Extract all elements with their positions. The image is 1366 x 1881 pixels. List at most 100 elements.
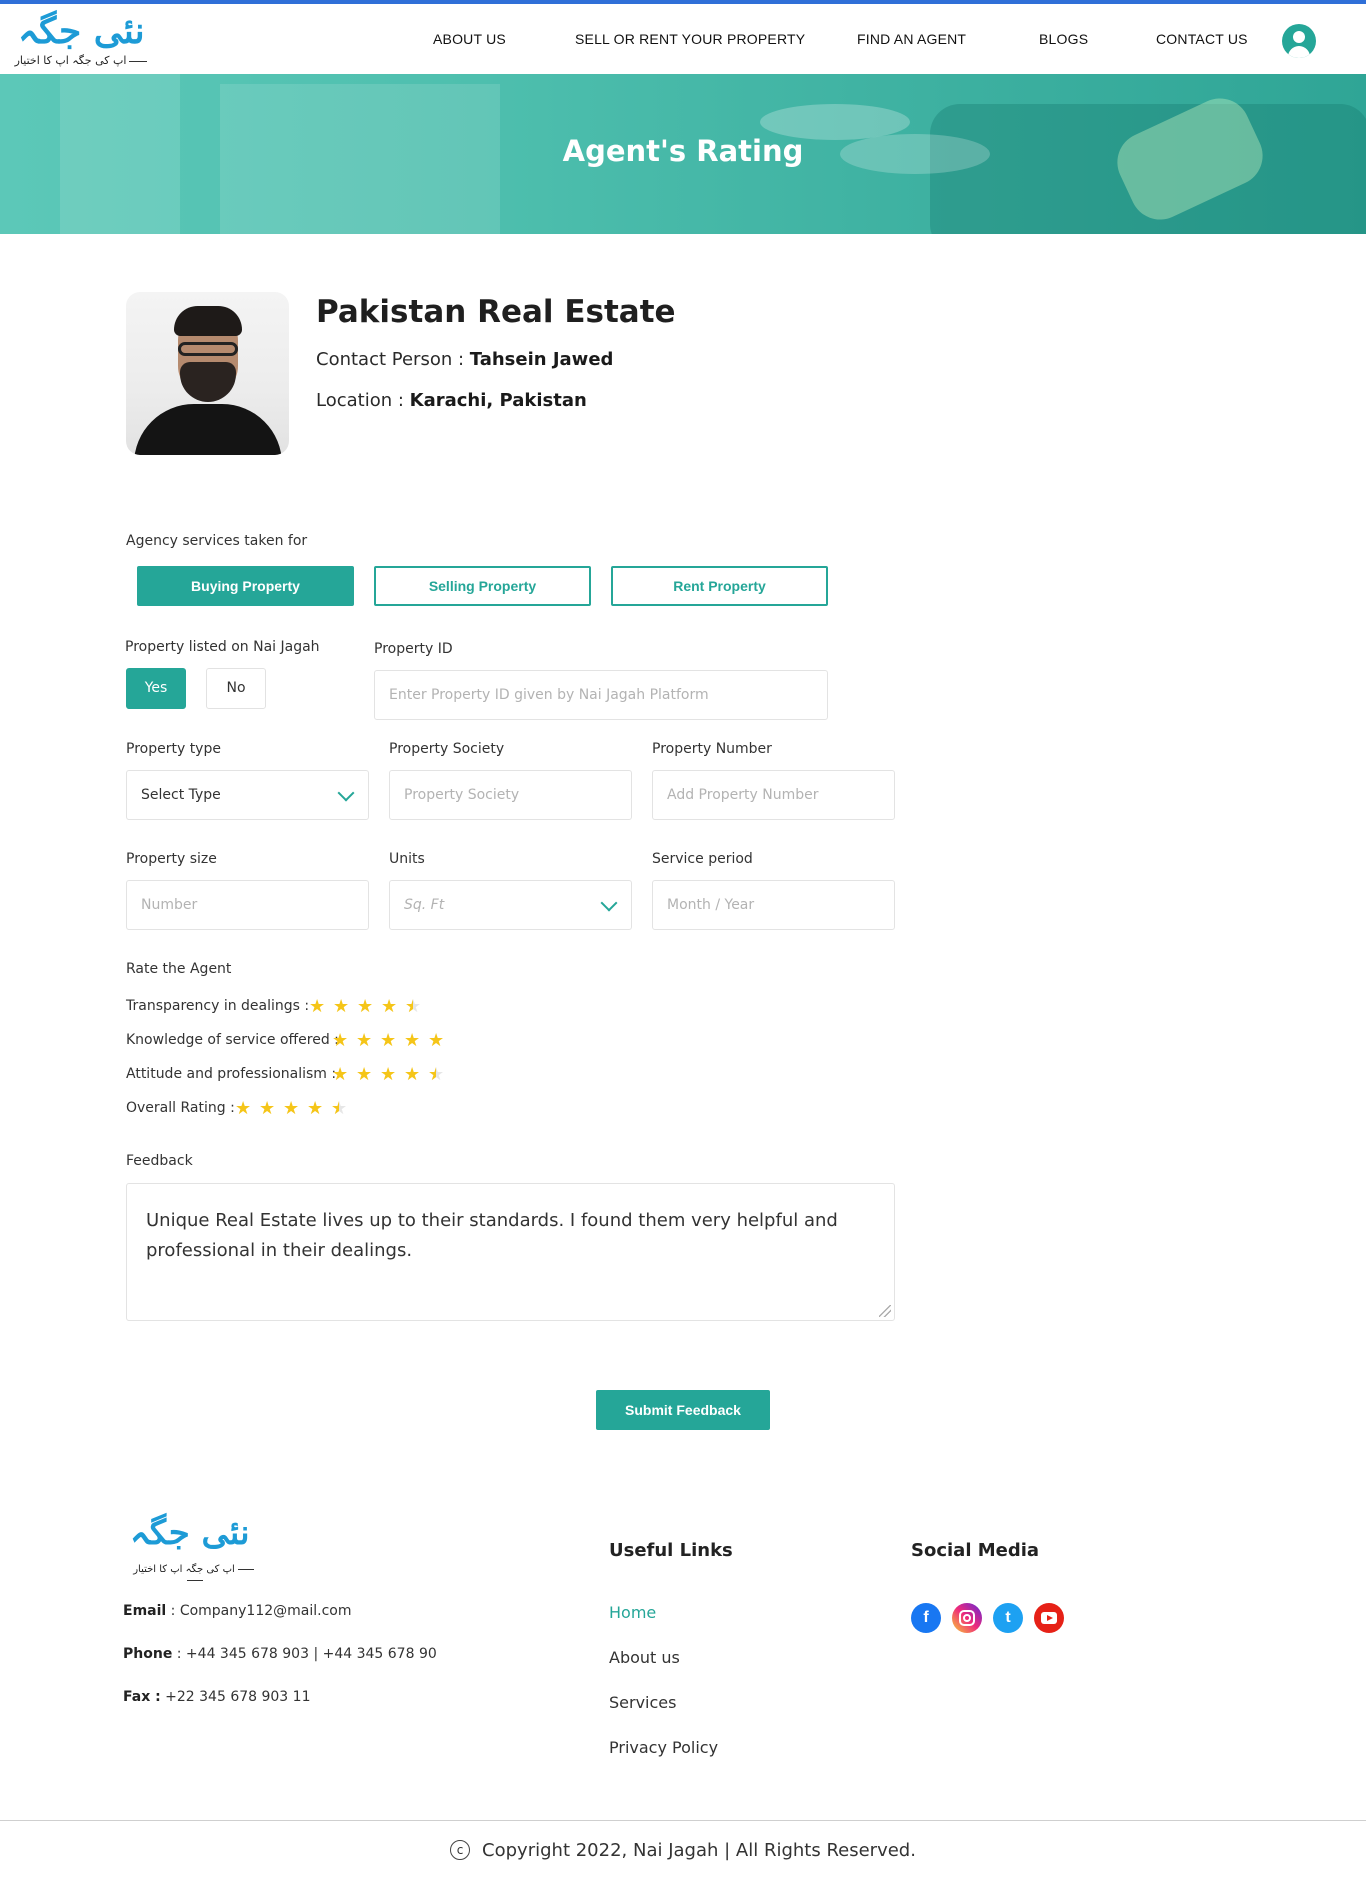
- property-number-input[interactable]: Add Property Number: [652, 770, 895, 820]
- nav-contact-us[interactable]: CONTACT US: [1156, 31, 1248, 47]
- listed-yes-button[interactable]: Yes: [126, 668, 186, 709]
- feedback-label: Feedback: [126, 1153, 193, 1169]
- service-selling-button[interactable]: Selling Property: [374, 566, 591, 606]
- star-full-icon[interactable]: ★: [333, 997, 349, 1017]
- property-society-placeholder: Property Society: [404, 787, 520, 803]
- nav-about-us[interactable]: ABOUT US: [433, 31, 506, 47]
- star-full-icon[interactable]: ★: [309, 997, 325, 1017]
- nav-blogs[interactable]: BLOGS: [1039, 31, 1088, 47]
- star-full-icon[interactable]: ★: [332, 1065, 348, 1085]
- property-number-placeholder: Add Property Number: [667, 787, 819, 803]
- property-id-input[interactable]: Enter Property ID given by Nai Jagah Pla…: [374, 670, 828, 720]
- rating-label: Transparency in dealings :: [126, 998, 310, 1014]
- rating-label: Attitude and professionalism :: [126, 1066, 337, 1082]
- footer-logo[interactable]: نئی جگہ اپ کی جگہ اپ کا اختیار: [126, 1512, 266, 1582]
- star-full-icon[interactable]: ★: [381, 997, 397, 1017]
- footer-divider: [0, 1820, 1366, 1821]
- footer-phone: Phone : +44 345 678 903 | +44 345 678 90: [123, 1646, 437, 1662]
- rating-row-transparency: Transparency in dealings :: [126, 998, 309, 1020]
- star-full-icon[interactable]: ★: [428, 1031, 444, 1051]
- property-type-value: Select Type: [141, 787, 221, 803]
- nav-sell-or-rent[interactable]: SELL OR RENT YOUR PROPERTY: [575, 31, 805, 47]
- footer-logo-text: نئی جگہ: [130, 1513, 250, 1553]
- star-half-icon[interactable]: ★: [405, 997, 421, 1018]
- rating-label: Overall Rating :: [126, 1100, 235, 1116]
- location-value: Karachi, Pakistan: [409, 390, 587, 411]
- rate-agent-label: Rate the Agent: [126, 961, 232, 977]
- service-period-placeholder: Month / Year: [667, 897, 755, 913]
- property-size-input[interactable]: Number: [126, 880, 369, 930]
- rating-row-knowledge: Knowledge of service offered :: [126, 1032, 339, 1054]
- star-full-icon[interactable]: ★: [357, 997, 373, 1017]
- services-label: Agency services taken for: [126, 533, 308, 549]
- facebook-icon[interactable]: f: [911, 1603, 941, 1633]
- footer-link-about-us[interactable]: About us: [609, 1648, 680, 1667]
- hero-banner: Agent's Rating: [0, 74, 1366, 234]
- avatar-body: [134, 404, 282, 455]
- star-half-icon[interactable]: ★: [428, 1065, 444, 1086]
- user-icon-head: [1293, 31, 1305, 43]
- twitter-icon[interactable]: t: [993, 1603, 1023, 1633]
- star-full-icon[interactable]: ★: [380, 1031, 396, 1051]
- copyright-icon: c: [450, 1840, 471, 1860]
- footer-fax: Fax : +22 345 678 903 11: [123, 1689, 310, 1705]
- listed-label: Property listed on Nai Jagah: [125, 639, 320, 655]
- property-type-label: Property type: [126, 741, 221, 757]
- property-id-placeholder: Enter Property ID given by Nai Jagah Pla…: [389, 687, 709, 703]
- star-full-icon[interactable]: ★: [307, 1099, 323, 1119]
- star-full-icon[interactable]: ★: [380, 1065, 396, 1085]
- star-full-icon[interactable]: ★: [356, 1031, 372, 1051]
- user-icon[interactable]: [1282, 24, 1316, 58]
- service-period-input[interactable]: Month / Year: [652, 880, 895, 930]
- property-type-select[interactable]: Select Type: [126, 770, 369, 820]
- submit-feedback-button[interactable]: Submit Feedback: [596, 1390, 770, 1430]
- footer-link-privacy-policy[interactable]: Privacy Policy: [609, 1738, 718, 1757]
- star-full-icon[interactable]: ★: [235, 1099, 251, 1119]
- star-full-icon[interactable]: ★: [404, 1031, 420, 1051]
- property-size-label: Property size: [126, 851, 217, 867]
- resize-handle-icon[interactable]: [879, 1305, 891, 1317]
- units-placeholder: Sq. Ft: [404, 897, 445, 913]
- chevron-down-icon: [337, 784, 355, 802]
- nav-find-an-agent[interactable]: FIND AN AGENT: [857, 31, 966, 47]
- property-society-input[interactable]: Property Society: [389, 770, 632, 820]
- star-half-icon[interactable]: ★: [331, 1099, 347, 1120]
- youtube-icon-play: [1041, 1612, 1057, 1624]
- youtube-icon[interactable]: [1034, 1603, 1064, 1633]
- site-header: نئی جگہ اپ کی جگہ اپ کا اختیار ABOUT US …: [0, 4, 1366, 74]
- avatar-beard: [180, 362, 236, 402]
- email-value: : Company112@mail.com: [166, 1603, 352, 1619]
- contact-person: Contact Person : Tahsein Jawed: [316, 349, 613, 370]
- chevron-down-icon: [600, 894, 618, 912]
- service-period-label: Service period: [652, 851, 753, 867]
- footer-link-home[interactable]: Home: [609, 1603, 656, 1622]
- user-icon-shoulders: [1288, 46, 1310, 58]
- service-buying-button[interactable]: Buying Property: [137, 566, 354, 606]
- location-label: Location :: [316, 390, 410, 411]
- site-logo[interactable]: نئی جگہ اپ کی جگہ اپ کا اختیار: [10, 10, 160, 72]
- star-full-icon[interactable]: ★: [259, 1099, 275, 1119]
- logo-text: نئی جگہ: [18, 10, 145, 52]
- star-full-icon[interactable]: ★: [356, 1065, 372, 1085]
- footer-email: Email : Company112@mail.com: [123, 1603, 352, 1619]
- copyright-text: Copyright 2022, Nai Jagah | All Rights R…: [482, 1840, 916, 1861]
- page-title: Agent's Rating: [562, 134, 804, 168]
- units-label: Units: [389, 851, 425, 867]
- instagram-icon[interactable]: [952, 1603, 982, 1633]
- email-label: Email: [123, 1603, 167, 1619]
- units-select[interactable]: Sq. Ft: [389, 880, 632, 930]
- footer-link-services[interactable]: Services: [609, 1693, 676, 1712]
- star-full-icon[interactable]: ★: [332, 1031, 348, 1051]
- agent-avatar: [126, 292, 289, 455]
- service-rent-button[interactable]: Rent Property: [611, 566, 828, 606]
- rating-row-attitude: Attitude and professionalism :: [126, 1066, 336, 1088]
- star-full-icon[interactable]: ★: [404, 1065, 420, 1085]
- social-media-heading: Social Media: [911, 1540, 1040, 1561]
- listed-no-button[interactable]: No: [206, 668, 266, 709]
- contact-person-label: Contact Person :: [316, 349, 470, 370]
- phone-label: Phone: [123, 1646, 173, 1662]
- property-number-label: Property Number: [652, 741, 772, 757]
- feedback-textarea[interactable]: Unique Real Estate lives up to their sta…: [126, 1183, 895, 1321]
- fax-value: +22 345 678 903 11: [160, 1689, 311, 1705]
- star-full-icon[interactable]: ★: [283, 1099, 299, 1119]
